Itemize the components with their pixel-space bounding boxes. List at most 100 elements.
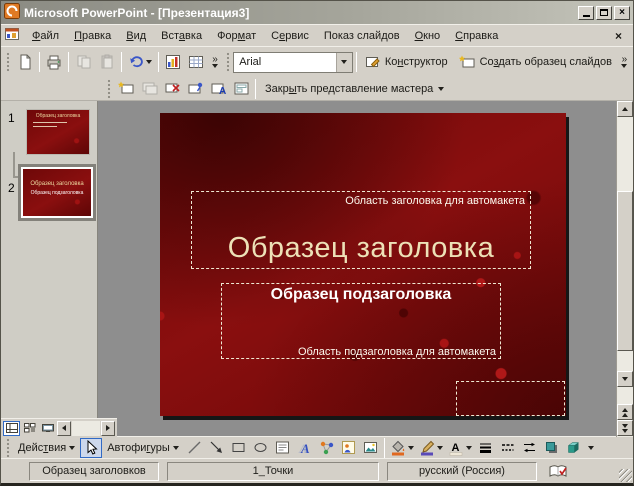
copy-button[interactable] bbox=[72, 50, 94, 74]
shadow-style-button[interactable] bbox=[541, 438, 562, 458]
new-document-button[interactable] bbox=[14, 50, 36, 74]
thumbnail-subtitle-text: Образец подзаголовка bbox=[30, 190, 84, 196]
slide-canvas[interactable]: Область заголовка для автомакета Образец… bbox=[160, 113, 566, 416]
new-slide-master-button[interactable]: Создать образец слайдов bbox=[454, 50, 617, 74]
wordart-icon: AA bbox=[298, 441, 310, 455]
close-button[interactable]: × bbox=[614, 5, 630, 20]
minimize-button[interactable] bbox=[578, 5, 594, 20]
clipart-icon bbox=[341, 441, 355, 454]
normal-view-button[interactable] bbox=[3, 420, 20, 436]
number-placeholder[interactable] bbox=[456, 381, 565, 416]
design-button[interactable]: Конструктор bbox=[360, 50, 453, 74]
slideshow-view-button[interactable] bbox=[39, 421, 56, 436]
master-layout-button[interactable] bbox=[230, 79, 252, 99]
title-placeholder[interactable]: Область заголовка для автомакета Образец… bbox=[191, 191, 531, 269]
chevron-down-icon bbox=[69, 445, 76, 450]
insert-table-button[interactable] bbox=[185, 50, 207, 74]
insert-title-master-button[interactable] bbox=[138, 79, 160, 99]
draw-menu-label: Действия bbox=[18, 441, 67, 454]
toolbar-grip[interactable] bbox=[225, 52, 230, 72]
toolbar-options-icon[interactable] bbox=[587, 445, 594, 450]
toolbar-grip[interactable] bbox=[107, 78, 111, 99]
toolbar-grip[interactable] bbox=[6, 52, 10, 72]
arrow-tool-button[interactable] bbox=[206, 438, 227, 458]
menu-tools[interactable]: Сервис bbox=[264, 27, 316, 45]
resize-grip[interactable] bbox=[619, 469, 632, 482]
select-objects-button[interactable] bbox=[80, 437, 103, 458]
menu-edit[interactable]: Правка bbox=[67, 27, 118, 45]
line-color-button[interactable] bbox=[417, 438, 445, 458]
slide-sorter-view-button[interactable] bbox=[21, 421, 38, 436]
insert-picture-button[interactable] bbox=[360, 438, 381, 458]
toolbar-options-button[interactable]: » bbox=[618, 50, 631, 74]
horizontal-scrollbar-track[interactable] bbox=[72, 420, 100, 436]
normal-view-icon bbox=[5, 423, 18, 433]
rename-master-button[interactable]: A bbox=[207, 79, 229, 99]
chevron-down-icon bbox=[407, 445, 414, 450]
insert-clipart-button[interactable] bbox=[338, 438, 359, 458]
menu-help[interactable]: Справка bbox=[448, 27, 505, 45]
menu-insert[interactable]: Вставка bbox=[154, 27, 209, 45]
3d-style-icon bbox=[567, 442, 580, 453]
menu-view[interactable]: Вид bbox=[119, 27, 153, 45]
separator bbox=[355, 52, 357, 72]
vertical-scrollbar[interactable] bbox=[616, 101, 633, 437]
copy-icon bbox=[77, 55, 91, 69]
font-color-button[interactable]: A bbox=[446, 438, 474, 458]
status-language[interactable]: русский (Россия) bbox=[387, 461, 537, 481]
master-title-text[interactable]: Образец заголовка bbox=[192, 232, 530, 265]
menu-file[interactable]: Файл bbox=[25, 27, 66, 45]
subtitle-placeholder[interactable]: Образец подзаголовка Область подзаголовк… bbox=[221, 283, 501, 359]
insert-slide-master-button[interactable] bbox=[115, 79, 137, 99]
svg-text:A: A bbox=[219, 86, 226, 96]
delete-master-button[interactable] bbox=[161, 79, 183, 99]
next-slide-button[interactable] bbox=[617, 420, 633, 436]
line-style-button[interactable] bbox=[475, 438, 496, 458]
menu-format[interactable]: Формат bbox=[210, 27, 263, 45]
print-button[interactable] bbox=[43, 50, 65, 74]
toolbar-grip[interactable] bbox=[6, 437, 10, 458]
rename-master-icon: A bbox=[211, 83, 226, 96]
right-arrow-icon bbox=[106, 425, 110, 431]
spelling-status-button[interactable] bbox=[545, 462, 571, 481]
slide-thumbnail-2-selected[interactable]: Образец заголовка Образец подзаголовка bbox=[18, 164, 96, 221]
preserve-master-button[interactable] bbox=[184, 79, 206, 99]
oval-tool-button[interactable] bbox=[250, 438, 271, 458]
scroll-up-button[interactable] bbox=[617, 101, 633, 117]
scroll-left-button[interactable] bbox=[57, 420, 71, 436]
close-master-view-button[interactable]: Закрыть представление мастера bbox=[259, 79, 450, 99]
paste-button[interactable] bbox=[96, 50, 118, 74]
double-down-arrow-icon bbox=[622, 423, 628, 428]
new-document-icon bbox=[20, 54, 31, 70]
menu-window[interactable]: Окно bbox=[408, 27, 448, 45]
line-tool-button[interactable] bbox=[184, 438, 205, 458]
menu-slideshow[interactable]: Показ слайдов bbox=[317, 27, 407, 45]
arrow-style-icon bbox=[523, 442, 535, 453]
3d-style-button[interactable] bbox=[563, 438, 584, 458]
font-dropdown-button[interactable] bbox=[335, 52, 352, 72]
scroll-down-button[interactable] bbox=[617, 371, 633, 387]
rectangle-icon bbox=[232, 443, 245, 452]
maximize-button[interactable] bbox=[596, 5, 612, 20]
autoshapes-menu-button[interactable]: Автофигуры bbox=[103, 438, 183, 458]
fill-color-button[interactable] bbox=[388, 438, 416, 458]
arrow-style-button[interactable] bbox=[519, 438, 540, 458]
text-box-button[interactable] bbox=[272, 438, 293, 458]
wordart-button[interactable]: AA bbox=[294, 438, 315, 458]
close-document-icon[interactable]: × bbox=[607, 29, 630, 43]
insert-diagram-button[interactable] bbox=[316, 438, 337, 458]
slide-thumbnail-1[interactable]: Образец заголовка bbox=[26, 109, 90, 155]
draw-menu-button[interactable]: Действия bbox=[14, 438, 79, 458]
rectangle-tool-button[interactable] bbox=[228, 438, 249, 458]
scrollbar-thumb[interactable] bbox=[617, 191, 633, 351]
menu-bar: Файл Правка Вид Вставка Формат Сервис По… bbox=[1, 24, 633, 46]
font-combobox[interactable]: Arial bbox=[233, 51, 353, 73]
insert-chart-button[interactable] bbox=[162, 50, 184, 74]
undo-button[interactable] bbox=[125, 50, 155, 74]
scroll-right-button[interactable] bbox=[101, 420, 115, 436]
dash-style-button[interactable] bbox=[497, 438, 518, 458]
master-subtitle-text[interactable]: Образец подзаголовка bbox=[222, 286, 500, 304]
powerpoint-app-icon bbox=[4, 3, 20, 22]
toolbar-options-button[interactable]: » bbox=[208, 50, 221, 74]
previous-slide-button[interactable] bbox=[617, 404, 633, 420]
